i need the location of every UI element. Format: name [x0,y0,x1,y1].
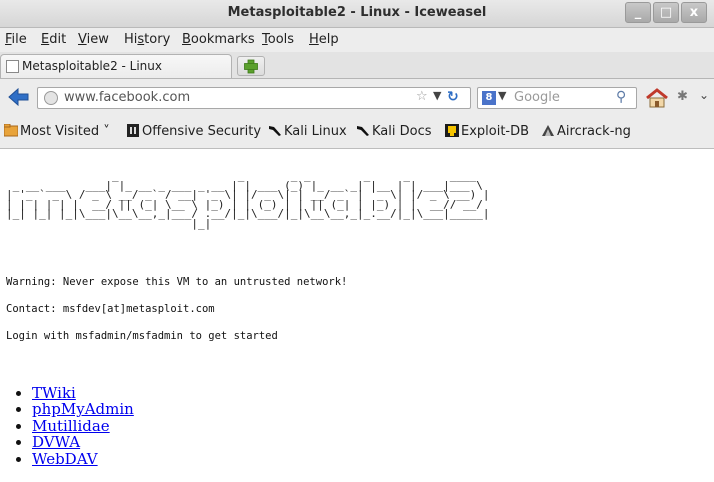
back-arrow-icon [8,87,29,107]
menu-view[interactable]: View [78,32,109,47]
tab-metasploitable[interactable]: Metasploitable2 - Linux [0,54,232,78]
bookmark-label: Kali Linux [284,124,347,139]
kali-dragon-icon [356,124,370,141]
bookmark-label: Offensive Security [142,124,262,139]
list-item: WebDAV [32,450,134,468]
bookmark-star-icon[interactable]: ☆ [416,89,428,104]
kali-dragon-icon [268,124,282,141]
bookmark-label: Most Visited [20,124,100,139]
bookmark-exploit-db[interactable]: Exploit-DB [445,124,529,141]
link-mutillidae[interactable]: Mutillidae [32,417,110,435]
list-item: TWiki [32,385,134,401]
bookmark-kali-docs[interactable]: Kali Docs [356,124,432,141]
window-titlebar: Metasploitable2 - Linux - Iceweasel _ □ … [0,0,714,28]
bookmark-kali-linux[interactable]: Kali Linux [268,124,347,141]
menu-bookmarks[interactable]: Bookmarks [182,32,255,47]
home-icon [646,88,668,108]
tab-label: Metasploitable2 - Linux [22,59,162,73]
tab-bar: Metasploitable2 - Linux [0,52,714,79]
offensive-security-icon [126,124,140,141]
link-dvwa[interactable]: DVWA [32,433,80,451]
menu-tools[interactable]: Tools [262,32,294,47]
close-button[interactable]: x [681,2,707,23]
page-content: _ _ _ _ _ _ ____ _ __ ___ ___| |_ __ _ _… [0,149,714,482]
minimize-button[interactable]: _ [625,2,651,23]
window-title: Metasploitable2 - Linux - Iceweasel [227,5,487,20]
url-history-dropdown-icon[interactable]: ▼ [433,89,441,102]
most-visited-icon [3,123,19,141]
metasploitable-ascii-banner: _ _ _ _ _ _ ____ _ __ ___ ___| |_ __ _ _… [6,169,490,230]
link-phpmyadmin[interactable]: phpMyAdmin [32,400,134,418]
bookmark-aircrack-ng[interactable]: Aircrack-ng [541,124,631,141]
warning-text: Warning: Never expose this VM to an untr… [6,276,348,288]
menu-history[interactable]: History [124,32,170,47]
list-item: DVWA [32,434,134,450]
bookmarks-toolbar: Most Visited ˅ Offensive Security Kali L… [0,116,714,149]
navigation-toolbar: www.facebook.com ☆ ▼ ↻ 8 ▼ Google ⚲ ✱ ⌄ [0,79,714,116]
login-hint-text: Login with msfadmin/msfadmin to get star… [6,330,278,342]
bookmark-label: Kali Docs [372,124,432,139]
bookmark-label: Aircrack-ng [557,124,631,139]
new-tab-button[interactable] [237,56,265,76]
search-engine-dropdown-icon[interactable]: ▼ [498,89,506,102]
menu-edit[interactable]: Edit [41,32,66,47]
home-button[interactable] [645,88,669,112]
menu-file[interactable]: File [5,32,27,47]
site-identity-icon[interactable] [44,91,58,105]
chevron-down-icon[interactable]: ⌄ [699,88,709,102]
chevron-down-icon: ˅ [99,124,110,139]
reload-icon[interactable]: ↻ [447,89,459,105]
url-bar[interactable]: www.facebook.com ☆ ▼ ↻ [37,87,471,109]
exploit-db-icon [445,124,459,141]
url-text[interactable]: www.facebook.com [64,90,190,105]
link-webdav[interactable]: WebDAV [32,450,98,468]
search-bar[interactable]: 8 ▼ Google ⚲ [477,87,637,109]
contact-text: Contact: msfdev[at]metasploit.com [6,303,215,315]
menu-help[interactable]: Help [309,32,339,47]
plus-icon [244,59,258,74]
addon-icon[interactable]: ✱ [677,89,688,104]
maximize-button[interactable]: □ [653,2,679,23]
aircrack-icon [541,124,555,141]
page-favicon-icon [6,60,19,73]
bookmark-offensive-security[interactable]: Offensive Security [126,124,261,141]
search-input[interactable]: Google [514,90,560,105]
magnifier-icon[interactable]: ⚲ [616,89,626,105]
link-twiki[interactable]: TWiki [32,384,76,402]
back-button[interactable] [8,87,30,110]
list-item: Mutillidae [32,418,134,434]
list-item: phpMyAdmin [32,401,134,417]
menu-bar: File Edit View History Bookmarks Tools H… [0,28,714,52]
bookmark-most-visited[interactable]: Most Visited ˅ [3,123,110,141]
app-links-list: TWiki phpMyAdmin Mutillidae DVWA WebDAV [12,385,134,467]
bookmark-label: Exploit-DB [461,124,530,139]
search-engine-icon[interactable]: 8 [482,91,496,105]
